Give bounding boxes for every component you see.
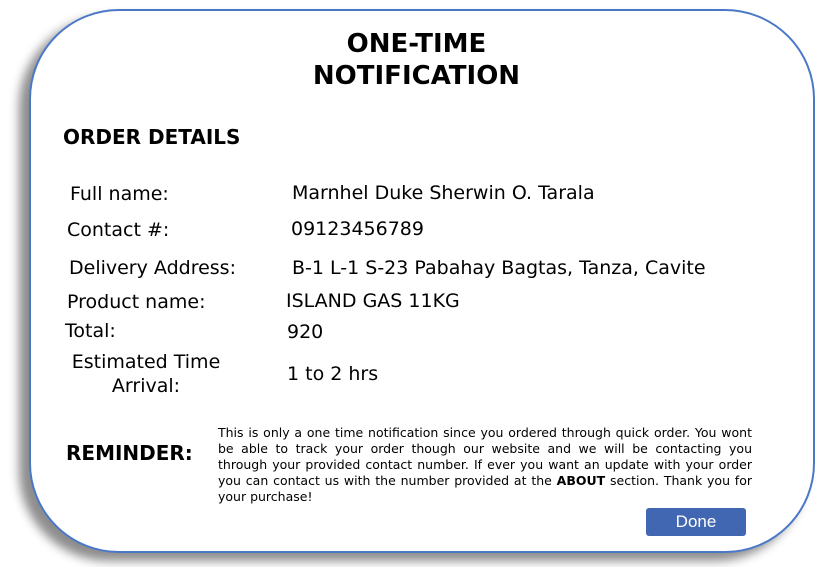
reminder-label: REMINDER: [66, 441, 193, 465]
full-name-label: Full name: [70, 183, 169, 205]
title-line-1: ONE-TIME [346, 29, 487, 59]
address-label: Delivery Address: [69, 257, 236, 279]
total-value: 920 [287, 321, 324, 343]
contact-label: Contact #: [67, 219, 170, 241]
product-label: Product name: [67, 291, 206, 313]
total-label: Total: [65, 320, 116, 342]
eta-value: 1 to 2 hrs [287, 363, 379, 385]
eta-label-line-1: Estimated Time [71, 351, 221, 373]
page-title: ONE-TIME NOTIFICATION [0, 28, 833, 92]
about-emphasis: ABOUT [556, 473, 606, 488]
order-details-heading: ORDER DETAILS [63, 125, 241, 149]
eta-label-line-2: Arrival: [111, 375, 181, 397]
done-button[interactable]: Done [646, 508, 746, 536]
reminder-text: This is only a one time notification sin… [218, 425, 752, 505]
address-value: B-1 L-1 S-23 Pabahay Bagtas, Tanza, Cavi… [292, 257, 706, 279]
full-name-value: Marnhel Duke Sherwin O. Tarala [292, 182, 595, 204]
eta-label: Estimated Time Arrival: [56, 350, 236, 398]
title-line-2: NOTIFICATION [312, 61, 521, 91]
product-value: ISLAND GAS 11KG [286, 290, 460, 312]
contact-value: 09123456789 [291, 218, 424, 240]
